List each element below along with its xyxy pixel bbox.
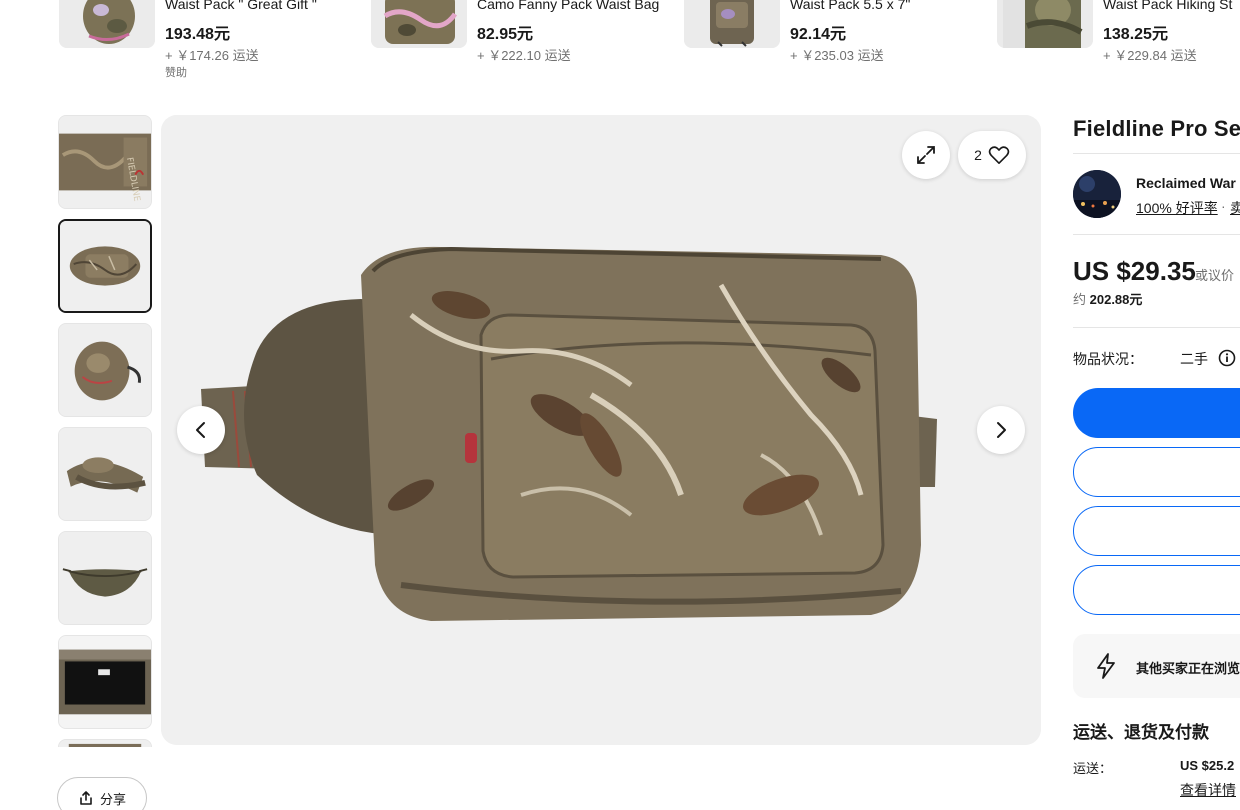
separator-dot: · (1221, 198, 1226, 214)
watch-count: 2 (974, 147, 982, 163)
add-to-cart-button[interactable] (1073, 447, 1240, 497)
carousel-item-title[interactable]: Camo Fanny Pack Waist Bag (477, 0, 659, 12)
seller-other-items-link[interactable]: 卖 (1230, 198, 1240, 218)
carousel-item-price: 138.25元 (1103, 26, 1168, 43)
carousel-item-image[interactable] (684, 0, 780, 48)
thumbnail[interactable] (58, 427, 152, 521)
expand-button[interactable] (902, 131, 950, 179)
converted-price-prefix: 约 (1073, 292, 1090, 307)
similar-items-carousel: Waist Pack " Great Gift " 193.48元 + ￥174… (0, 0, 1240, 90)
converted-price-value: 202.88元 (1089, 292, 1143, 307)
carousel-item-shipping: + ￥222.10 运送 (477, 48, 571, 63)
carousel-item-title[interactable]: Waist Pack " Great Gift " (165, 0, 317, 12)
carousel-item[interactable]: Waist Pack 5.5 x 7" 92.14元 + ￥235.03 运送 (684, 0, 984, 82)
seller-avatar[interactable] (1073, 170, 1121, 218)
divider (1073, 327, 1240, 328)
next-image-button[interactable] (977, 406, 1025, 454)
carousel-item-image[interactable] (997, 0, 1093, 48)
divider (1073, 153, 1240, 154)
converted-price: 约 202.88元 (1073, 289, 1142, 308)
carousel-item[interactable]: Camo Fanny Pack Waist Bag 82.95元 + ￥222.… (371, 0, 671, 82)
condition-value: 二手 (1180, 351, 1208, 367)
carousel-item-price: 92.14元 (790, 26, 847, 43)
carousel-item-image[interactable] (371, 0, 467, 48)
carousel-item-title[interactable]: Waist Pack 5.5 x 7" (790, 0, 910, 12)
lightning-icon (1097, 653, 1115, 679)
chevron-right-icon (997, 422, 1006, 438)
shipping-section-heading: 运送、退货及付款 (1073, 723, 1209, 742)
activity-notice: 其他买家正在浏览 (1073, 634, 1240, 698)
watch-button[interactable]: 2 (958, 131, 1026, 179)
activity-notice-text: 其他买家正在浏览 (1136, 661, 1240, 676)
thumbnail-active[interactable] (58, 219, 152, 313)
thumbnail[interactable] (58, 531, 152, 625)
carousel-item-shipping: + ￥229.84 运送 (1103, 48, 1197, 63)
share-label: 分享 (99, 791, 126, 807)
sponsored-label: 赞助 (165, 67, 187, 79)
carousel-item[interactable]: Waist Pack " Great Gift " 193.48元 + ￥174… (59, 0, 359, 82)
thumbnail[interactable] (58, 635, 152, 729)
heart-icon (988, 146, 1010, 164)
best-offer-label: 或议价 (1195, 268, 1235, 283)
share-icon (80, 791, 92, 805)
item-title: Fieldline Pro Se (1073, 116, 1240, 141)
seller-feedback-link[interactable]: 100% 好评率 (1136, 198, 1218, 218)
make-offer-button[interactable] (1073, 506, 1240, 556)
shipping-label: 运送： (1073, 761, 1113, 776)
seller-name[interactable]: Reclaimed War (1136, 175, 1236, 191)
thumbnail[interactable]: FIELDLINE (58, 115, 152, 209)
buy-it-now-button[interactable] (1073, 388, 1240, 438)
chevron-left-icon (196, 422, 205, 438)
carousel-item[interactable]: Waist Pack Hiking St 138.25元 + ￥229.84 运… (997, 0, 1240, 82)
carousel-item-price: 193.48元 (165, 26, 230, 43)
thumbnail[interactable] (58, 323, 152, 417)
carousel-item-shipping: + ￥235.03 运送 (790, 48, 884, 63)
share-button[interactable]: 分享 (57, 777, 147, 810)
previous-image-button[interactable] (177, 406, 225, 454)
carousel-item-price: 82.95元 (477, 26, 534, 43)
condition-label: 物品状况： (1073, 351, 1143, 367)
thumbnail[interactable] (58, 739, 152, 747)
thumbnail-list: FIELDLINE (57, 115, 153, 747)
expand-icon (917, 146, 935, 164)
shipping-details-link[interactable]: 查看详情 (1180, 780, 1236, 800)
shipping-cost: US $25.2 (1180, 758, 1235, 773)
product-photo (161, 115, 1041, 745)
divider (1073, 234, 1240, 235)
main-product-image[interactable]: 2 (161, 115, 1041, 745)
carousel-item-title[interactable]: Waist Pack Hiking St (1103, 0, 1232, 12)
info-icon[interactable] (1218, 349, 1236, 367)
item-price: US $29.35 (1073, 256, 1196, 286)
carousel-item-image[interactable] (59, 0, 155, 48)
add-to-watchlist-button[interactable] (1073, 565, 1240, 615)
carousel-item-shipping: + ￥174.26 运送 (165, 48, 259, 63)
